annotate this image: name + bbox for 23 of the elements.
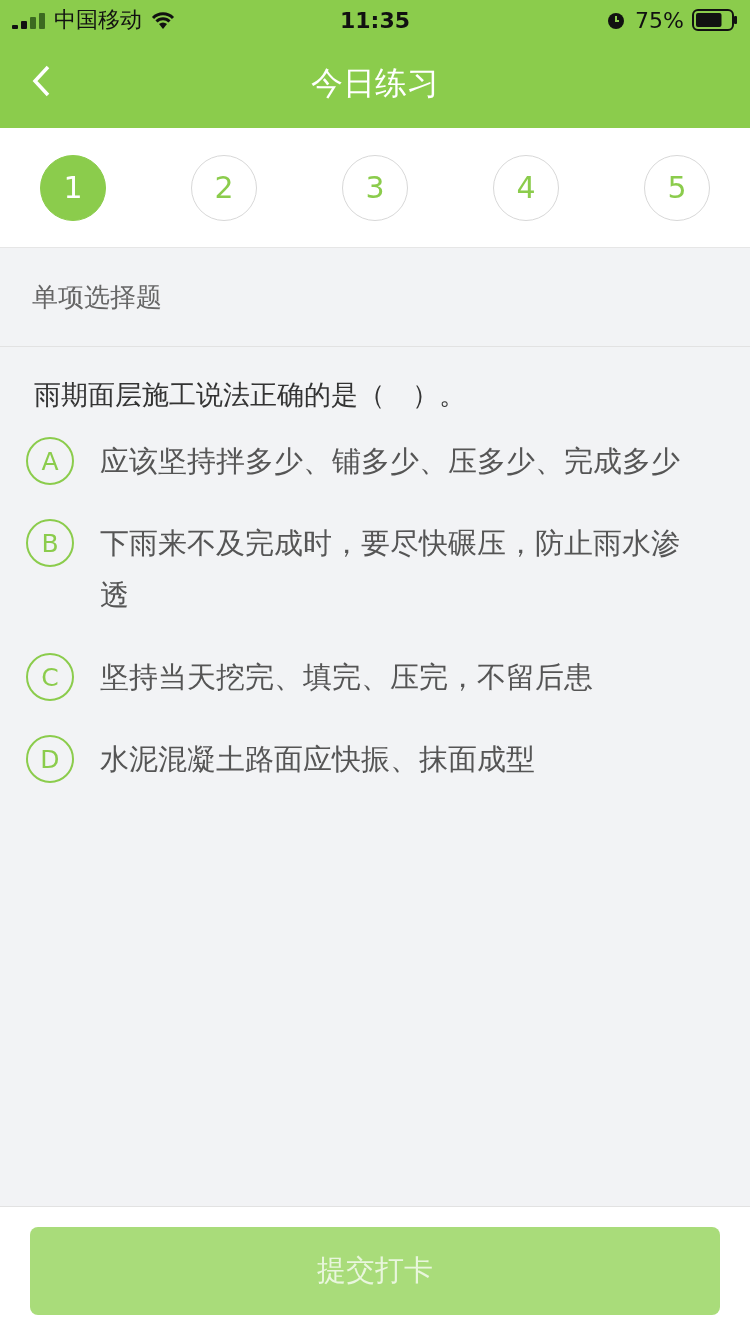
option-letter[interactable]: A [26, 437, 74, 485]
page-title: 今日练习 [311, 63, 439, 104]
question-step[interactable]: 1 [40, 154, 106, 221]
option-text[interactable]: 水泥混凝土路面应快振、抹面成型 [100, 733, 535, 785]
battery-percent: 75% [635, 7, 684, 33]
back-icon [32, 64, 50, 97]
option-text[interactable]: 下雨来不及完成时，要尽快碾压，防止雨水渗透 [100, 517, 700, 621]
signal-icon [12, 11, 46, 29]
option-text[interactable]: 应该坚持拌多少、铺多少、压多少、完成多少 [100, 435, 680, 487]
question-step[interactable]: 4 [493, 154, 559, 221]
battery-icon [692, 9, 738, 31]
carrier-name: 中国移动 [54, 6, 142, 34]
option-letter[interactable]: C [26, 653, 74, 701]
question-text: 雨期面层施工说法正确的是（ ）。 [33, 378, 467, 412]
option-letter[interactable]: D [26, 735, 74, 783]
option-letter[interactable]: B [26, 519, 74, 567]
status-time: 11:35 [340, 7, 410, 33]
question-type: 单项选择题 [32, 280, 162, 314]
question-step[interactable]: 2 [191, 154, 257, 221]
question-step[interactable]: 5 [644, 154, 710, 221]
question-step[interactable]: 3 [342, 154, 408, 221]
wifi-icon [150, 10, 176, 30]
option-text[interactable]: 坚持当天挖完、填完、压完，不留后患 [100, 651, 593, 703]
